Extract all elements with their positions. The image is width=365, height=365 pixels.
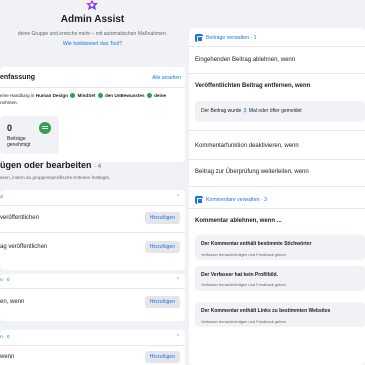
calendar-icon (195, 34, 203, 42)
criterion-label: deine (154, 93, 167, 98)
approved-posts-label: Beiträge genehmigt (7, 136, 30, 148)
criterion-dot-icon (97, 93, 103, 99)
chevron-up-icon[interactable]: ⌃ (176, 334, 180, 340)
admin-assist-logo-icon (86, 0, 98, 10)
summary-text-prefix: eine Handlung in (0, 93, 35, 98)
condition-suffix: Mal oder öfter gemeldet (248, 108, 302, 114)
comment-icon (195, 196, 203, 204)
criterion-label: Human Design (35, 93, 68, 98)
criterion-dot-icon (70, 93, 76, 99)
rule-row-label: ag veröffentlichen (0, 244, 48, 250)
rule-item[interactable]: Eingehenden Beitrag ablehnen, wenn (195, 57, 295, 63)
condition-number[interactable]: 2 (242, 108, 248, 114)
divider (0, 232, 185, 233)
rules-panel: Beiträge verwalten · 1 Eingehenden Beitr… (189, 28, 365, 365)
divider (189, 208, 365, 209)
rule-row-label: en, wenn (0, 299, 25, 305)
criterion-label: MindSet (77, 93, 96, 98)
header: Admin Assist deine Gruppe und erreiche m… (0, 0, 185, 56)
condition-subtitle: Verfasser benachrichtigen und Feedback g… (201, 319, 286, 324)
chevron-up-icon[interactable]: ⌃ (176, 194, 180, 200)
section-title-text: ügen oder bearbeiten (0, 160, 92, 170)
divider (189, 186, 365, 187)
app-subtitle: deine Gruppe und erreiche mehr – mit aut… (17, 31, 168, 37)
rule-item[interactable]: Kommentarfunktion deaktivieren, wenn (195, 143, 299, 149)
add-button[interactable]: Hinzufügen (144, 241, 180, 253)
rule-group-card: n · 0 ⌃ wenn Hinzufügen (0, 330, 185, 365)
criterion-dot-icon (146, 93, 152, 99)
divider (189, 130, 365, 131)
condition-subtitle: Verfasser benachrichtigen und Feedback g… (201, 282, 286, 287)
divider (189, 46, 365, 47)
divider (0, 288, 185, 289)
add-button[interactable]: Hinzufügen (144, 212, 180, 224)
criterion-label: den UnBewusstes (104, 93, 145, 98)
section-subtitle: ssen, indem du gruppenspezifische Kriter… (0, 175, 111, 180)
rule-item[interactable]: Veröffentlichten Beitrag entfernen, wenn (195, 83, 310, 89)
rule-group-head: d (0, 195, 3, 200)
rule-group-card: d ⌃ veröffentlichen Hinzufügen ag veröff… (0, 190, 185, 270)
comments-rule-title: Kommentar ablehnen, wenn ... (195, 218, 282, 224)
condition-title: Der Kommentar enthält bestimmte Stichwör… (201, 241, 312, 247)
summary-description: eine Handlung in Human Design MindSet de… (0, 92, 182, 106)
condition-subtitle: Verfasser benachrichtigen und Feedback g… (201, 252, 286, 257)
rule-item[interactable]: Beitrag zur Überprüfung weiterleiten, we… (195, 169, 309, 175)
see-all-link[interactable]: Alle ansehen (152, 75, 181, 81)
divider (0, 205, 185, 206)
condition-title: Der Verfasser hat kein Profilbild. (201, 272, 278, 278)
rule-group-card: n · 0 ⌃ en, wenn Hinzufügen (0, 274, 185, 321)
chat-check-icon (39, 122, 51, 134)
condition-text: Der Beitrag wurde 2 Mal oder öfter gemel… (201, 108, 302, 114)
rule-row-label: veröffentlichen (0, 215, 39, 221)
condition-title: Der Kommentar enthält Links zu bestimmte… (201, 308, 331, 314)
chevron-up-icon[interactable]: ⌃ (176, 277, 180, 283)
divider (189, 73, 365, 74)
divider (0, 87, 185, 88)
how-it-works-link[interactable]: Wie funktioniert das Tool? (0, 41, 185, 47)
summary-title: enfassung (0, 74, 36, 81)
section-count: · 4 (94, 164, 102, 170)
left-column: Admin Assist deine Gruppe und erreiche m… (0, 0, 185, 365)
posts-manage-head: Beiträge verwalten · 1 (206, 35, 257, 41)
approved-posts-count: 0 (7, 123, 13, 133)
condition-box[interactable] (195, 266, 365, 291)
approved-posts-stat (0, 116, 59, 154)
add-button[interactable]: Hinzufügen (144, 296, 180, 308)
divider (189, 159, 365, 160)
divider (0, 345, 185, 346)
rule-group-head: n · 0 (0, 335, 10, 340)
summary-text-suffix: nohmen. (0, 100, 18, 105)
right-panel: Beiträge verwalten · 1 Eingehenden Beitr… (189, 28, 365, 365)
rule-row-label: wenn (0, 354, 15, 360)
comments-manage-head: Kommentare verwalten · 3 (206, 197, 267, 203)
condition-prefix: Der Beitrag wurde (201, 108, 242, 114)
rule-group-head: n · 0 (0, 278, 10, 283)
add-button[interactable]: Hinzufügen (144, 351, 180, 363)
app-title: Admin Assist (60, 14, 125, 25)
stat-label-line: genehmigt (7, 142, 31, 148)
section-title: ügen oder bearbeiten · 4 (0, 160, 101, 170)
